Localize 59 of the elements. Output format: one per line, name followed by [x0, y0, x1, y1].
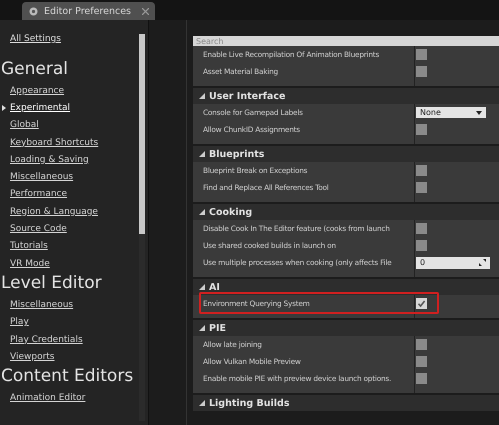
sidebar-link[interactable]: Source Code — [10, 224, 67, 234]
editor-tab[interactable]: Editor Preferences — [22, 2, 155, 20]
caret-icon — [476, 110, 482, 114]
section-header[interactable]: AI — [193, 279, 499, 295]
checkbox[interactable] — [416, 66, 427, 77]
category-heading: General — [0, 58, 69, 81]
expanded-triangle-icon — [199, 93, 205, 99]
sidebar-link[interactable]: Keyboard Shortcuts — [10, 138, 98, 148]
sidebar-link[interactable]: Animation Editor — [10, 393, 86, 404]
section-title: Cooking — [209, 206, 252, 218]
checkbox[interactable] — [416, 182, 427, 193]
drag-arrows-icon — [479, 259, 486, 266]
sidebar-link[interactable]: Play — [10, 317, 29, 328]
sidebar-link[interactable]: All Settings — [10, 34, 139, 48]
expanded-triangle-icon — [199, 284, 205, 290]
section-title: User Interface — [209, 90, 286, 102]
number-field[interactable]: 0 — [416, 256, 490, 268]
checkbox[interactable] — [416, 49, 427, 60]
scrollbar-thumb[interactable] — [139, 34, 145, 234]
gear-icon — [28, 6, 39, 16]
category-heading: Level Editor — [0, 272, 103, 296]
sidebar-link[interactable]: Viewports — [10, 352, 54, 362]
sidebar-link[interactable]: Global — [10, 120, 39, 130]
sidebar-link[interactable]: Performance — [10, 189, 68, 200]
checkbox[interactable] — [416, 240, 427, 251]
sidebar-link[interactable]: VR Mode — [10, 258, 50, 269]
section-title: AI — [209, 282, 220, 292]
close-icon[interactable] — [142, 8, 149, 14]
sidebar-link[interactable]: Miscellaneous — [10, 172, 74, 182]
dropdown[interactable]: None — [416, 107, 486, 118]
search-field[interactable]: Search — [193, 36, 499, 46]
section-header[interactable]: User Interface — [193, 88, 499, 104]
sidebar-link[interactable]: Tutorials — [10, 241, 48, 252]
sidebar-link[interactable]: Region & Language — [10, 206, 98, 217]
sidebar-link[interactable]: Miscellaneous — [10, 300, 74, 310]
checkbox[interactable] — [416, 373, 427, 384]
section-title: Lighting Builds — [209, 398, 290, 408]
section-header[interactable]: PIE — [193, 320, 499, 336]
sidebar-link[interactable]: Experimental — [10, 102, 70, 113]
sidebar-link[interactable]: Appearance — [10, 86, 64, 96]
category-heading: Content Editors — [0, 365, 134, 388]
sidebar-link[interactable]: Loading & Saving — [10, 154, 89, 165]
expanded-triangle-icon — [199, 209, 205, 215]
section-header[interactable]: Lighting Builds — [193, 395, 499, 411]
sidebar-link[interactable]: Play Credentials — [10, 334, 83, 344]
checkbox[interactable] — [416, 165, 427, 176]
expanded-triangle-icon — [199, 325, 205, 331]
checkbox[interactable] — [416, 223, 427, 234]
section-header[interactable]: Cooking — [193, 204, 499, 220]
section-title: Blueprints — [209, 148, 264, 160]
window-title: Editor Preferences — [44, 6, 132, 16]
checkbox[interactable] — [416, 298, 427, 309]
checkbox[interactable] — [416, 356, 427, 367]
section-header[interactable]: Blueprints — [193, 146, 499, 162]
expanded-triangle-icon — [199, 151, 205, 157]
checkbox[interactable] — [416, 124, 427, 135]
expanded-triangle-icon — [199, 400, 205, 406]
section-title: PIE — [209, 322, 226, 334]
checkbox[interactable] — [416, 339, 427, 350]
